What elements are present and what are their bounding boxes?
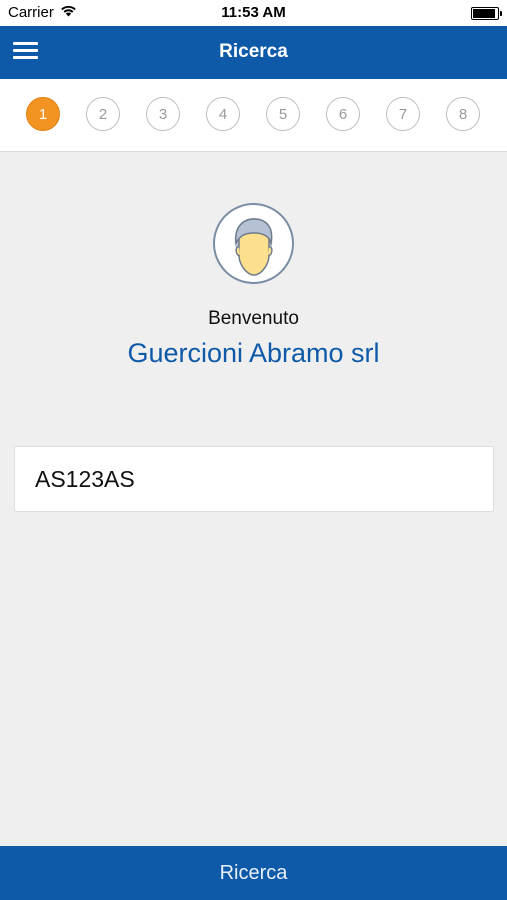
company-name: Guercioni Abramo srl <box>127 338 380 368</box>
step-1[interactable]: 1 <box>26 97 60 131</box>
battery-level <box>473 9 495 18</box>
step-7[interactable]: 7 <box>386 97 420 131</box>
status-time: 11:53 AM <box>221 4 286 21</box>
search-button[interactable]: Ricerca <box>0 846 507 900</box>
app-header: Ricerca <box>0 26 507 79</box>
page-title: Ricerca <box>219 41 288 62</box>
battery-tip <box>500 11 502 16</box>
battery-icon <box>471 7 502 20</box>
status-bar: Carrier 11:53 AM <box>0 0 507 26</box>
user-avatar-icon <box>213 203 294 284</box>
step-6[interactable]: 6 <box>326 97 360 131</box>
plate-search-input[interactable] <box>14 446 494 512</box>
step-4[interactable]: 4 <box>206 97 240 131</box>
step-5[interactable]: 5 <box>266 97 300 131</box>
step-2[interactable]: 2 <box>86 97 120 131</box>
step-3[interactable]: 3 <box>146 97 180 131</box>
step-indicator: 1 2 3 4 5 6 7 8 <box>0 79 507 152</box>
step-8[interactable]: 8 <box>446 97 480 131</box>
welcome-greeting: Benvenuto <box>208 308 299 329</box>
